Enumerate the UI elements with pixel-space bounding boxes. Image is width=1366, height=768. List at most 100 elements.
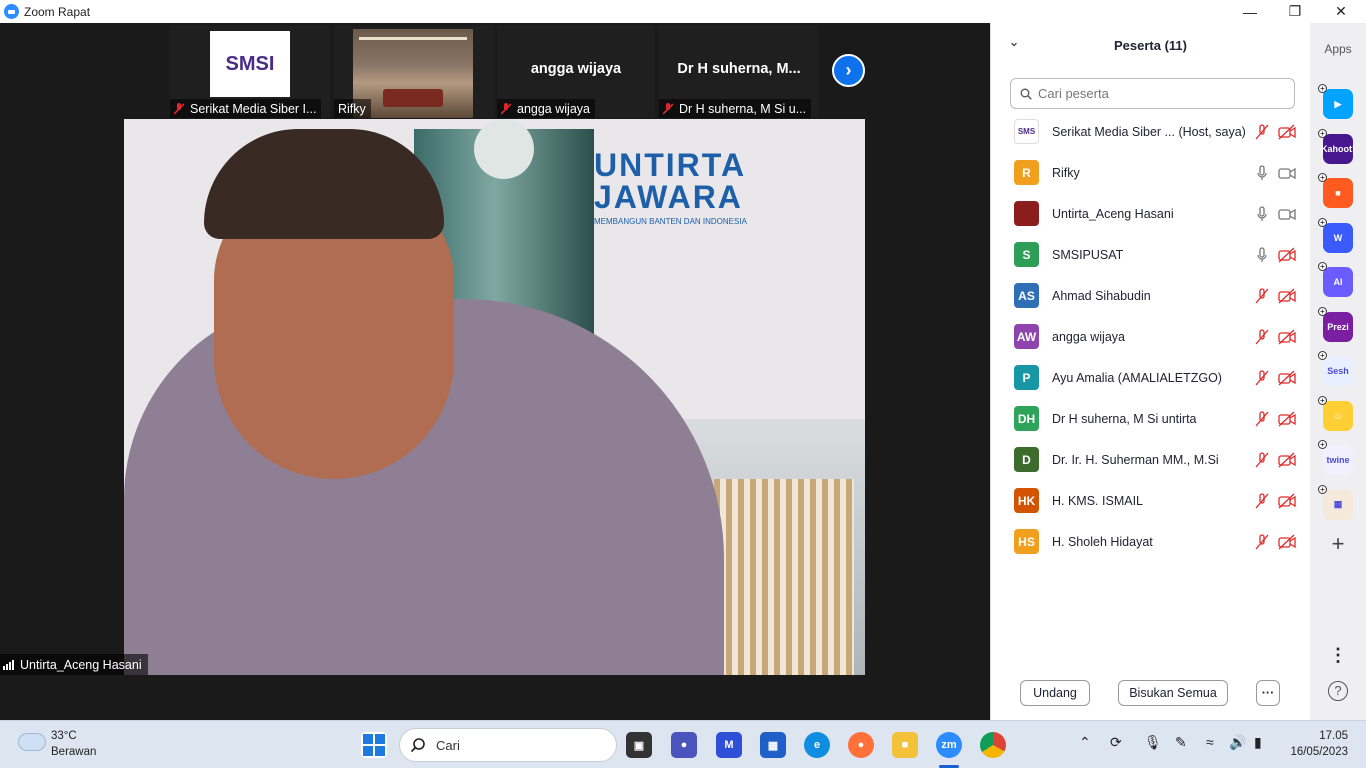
restore-button[interactable]: ❐ xyxy=(1272,0,1318,23)
avatar: DH xyxy=(1014,406,1039,431)
twine-app-icon[interactable]: twine xyxy=(1323,445,1353,475)
app-icon[interactable]: M xyxy=(716,732,742,758)
add-app-icon[interactable]: + xyxy=(1310,531,1366,557)
task-view-icon[interactable]: ▣ xyxy=(626,732,652,758)
clock-date[interactable]: 16/05/2023 xyxy=(1276,746,1348,758)
smsi-logo: SMSI xyxy=(210,31,290,97)
participant-row[interactable]: D Dr. Ir. H. Suherman MM., M.Si xyxy=(991,439,1310,480)
video-off-icon[interactable] xyxy=(1278,411,1296,427)
wifi-icon[interactable]: ≈ xyxy=(1206,734,1214,750)
participant-name: Dr H suherna, M Si untirta xyxy=(1052,411,1197,426)
participant-row[interactable]: HS H. Sholeh Hidayat xyxy=(991,521,1310,562)
video-off-icon[interactable] xyxy=(1278,493,1296,509)
mic-muted-icon[interactable] xyxy=(1254,124,1270,140)
prezi-app-icon[interactable]: Prezi xyxy=(1323,311,1353,342)
teams-icon[interactable]: ● xyxy=(671,732,697,758)
thumbnail-tile[interactable]: angga wijaya angga wijaya xyxy=(497,26,655,118)
participant-row[interactable]: HK H. KMS. ISMAIL xyxy=(991,480,1310,521)
mute-all-button[interactable]: Bisukan Semua xyxy=(1118,680,1228,706)
participant-name: Ayu Amalia (AMALIALETZGO) xyxy=(1052,370,1222,385)
taskbar-search[interactable]: Cari xyxy=(399,728,617,762)
video-off-icon[interactable] xyxy=(1278,288,1296,304)
thumbnail-big-name: Dr H suherna, M... xyxy=(677,61,801,77)
mic-muted-icon[interactable] xyxy=(1254,370,1270,386)
microphone-icon[interactable]: 🎙 xyxy=(1144,734,1162,751)
thumbnail-tile[interactable]: Rifky xyxy=(334,26,494,118)
invite-button[interactable]: Undang xyxy=(1020,680,1090,706)
mic-muted-icon[interactable] xyxy=(1254,534,1270,550)
firefox-icon[interactable]: ● xyxy=(848,732,874,758)
mic-muted-icon[interactable] xyxy=(1254,329,1270,345)
start-button[interactable] xyxy=(361,732,387,758)
avatar: D xyxy=(1014,447,1039,472)
search-icon xyxy=(1020,88,1032,100)
participant-row[interactable]: DH Dr H suherna, M Si untirta xyxy=(991,398,1310,439)
mic-icon[interactable] xyxy=(1254,247,1270,263)
battery-icon[interactable]: ▮ xyxy=(1254,734,1262,751)
store-icon[interactable]: ▦ xyxy=(760,732,786,758)
avatar: SMS xyxy=(1014,119,1039,144)
edge-icon[interactable]: e xyxy=(804,732,830,758)
app-emoji-app-icon[interactable]: ☺ xyxy=(1323,400,1353,431)
participant-row[interactable]: AW angga wijaya xyxy=(991,316,1310,357)
mic-muted-icon xyxy=(174,102,184,115)
pen-icon[interactable]: ✎ xyxy=(1175,734,1187,751)
video-off-icon[interactable] xyxy=(1278,124,1296,140)
add-app-badge-icon: + xyxy=(1318,262,1327,271)
mic-icon[interactable] xyxy=(1254,206,1270,222)
mic-muted-icon[interactable] xyxy=(1254,452,1270,468)
mic-muted-icon xyxy=(663,102,673,115)
clock-time[interactable]: 17.05 xyxy=(1296,730,1348,742)
sesh-app-icon[interactable]: Sesh xyxy=(1323,356,1353,386)
help-icon[interactable]: ? xyxy=(1328,681,1348,701)
meeting-area: SMSI Serikat Media Siber I... Rifky angg… xyxy=(0,23,990,720)
video-off-icon[interactable] xyxy=(1278,370,1296,386)
close-button[interactable]: ✕ xyxy=(1318,0,1364,23)
app-grid-app-icon[interactable]: ▦ xyxy=(1323,489,1353,520)
app-3-app-icon[interactable]: ■ xyxy=(1323,178,1353,208)
search-input[interactable]: Cari peserta xyxy=(1010,78,1295,109)
app-1-app-icon[interactable]: ▶ xyxy=(1323,89,1353,119)
thumbnail-tile[interactable]: Dr H suherna, M... Dr H suherna, M Si u.… xyxy=(659,26,819,118)
participant-row[interactable]: P Ayu Amalia (AMALIALETZGO) xyxy=(991,357,1310,398)
minimize-button[interactable]: — xyxy=(1227,0,1273,23)
chrome-icon[interactable] xyxy=(980,732,1006,758)
next-page-button[interactable]: › xyxy=(832,54,865,87)
mic-muted-icon[interactable] xyxy=(1254,493,1270,509)
participant-row[interactable]: SMS Serikat Media Siber ... (Host, saya) xyxy=(991,111,1310,152)
app-w-app-icon[interactable]: W xyxy=(1323,222,1353,253)
participant-row[interactable]: S SMSIPUSAT xyxy=(991,234,1310,275)
volume-icon[interactable]: 🔊 xyxy=(1229,734,1246,751)
participant-name: Ahmad Sihabudin xyxy=(1052,288,1151,303)
weather-desc[interactable]: Berawan xyxy=(51,746,96,758)
chevron-up-icon[interactable]: ⌃ xyxy=(1079,734,1091,751)
video-off-icon[interactable] xyxy=(1278,247,1296,263)
more-options-button[interactable]: ··· xyxy=(1256,680,1280,706)
video-off-icon[interactable] xyxy=(1278,329,1296,345)
app-ai-app-icon[interactable]: AI xyxy=(1323,267,1353,297)
kahoot-app-icon[interactable]: Kahoot! xyxy=(1321,133,1355,164)
video-icon[interactable] xyxy=(1278,165,1296,181)
mic-icon[interactable] xyxy=(1254,165,1270,181)
participant-row[interactable]: R Rifky xyxy=(991,152,1310,193)
participant-name: Dr. Ir. H. Suherman MM., M.Si xyxy=(1052,452,1219,467)
mic-muted-icon[interactable] xyxy=(1254,411,1270,427)
participant-row[interactable]: AS Ahmad Sihabudin xyxy=(991,275,1310,316)
video-off-icon[interactable] xyxy=(1278,534,1296,550)
search-icon xyxy=(410,738,425,753)
video-icon[interactable] xyxy=(1278,206,1296,222)
weather-temp[interactable]: 33°C xyxy=(51,730,77,742)
thumbnail-tile[interactable]: SMSI Serikat Media Siber I... xyxy=(170,26,330,118)
participant-row[interactable]: Untirta_Aceng Hasani xyxy=(991,193,1310,234)
add-app-badge-icon: + xyxy=(1318,395,1327,405)
zoom-taskbar-icon[interactable]: zm xyxy=(936,732,962,758)
taskbar: 33°C Berawan Cari ▣ ● M ▦ e ● ■ zm ⌃ ⟳ 🎙… xyxy=(0,720,1366,768)
sync-icon[interactable]: ⟳ xyxy=(1110,734,1122,751)
chevron-down-icon[interactable]: ⌄ xyxy=(1009,35,1019,49)
apps-label[interactable]: Apps xyxy=(1310,42,1366,56)
file-explorer-icon[interactable]: ■ xyxy=(892,732,918,758)
video-off-icon[interactable] xyxy=(1278,452,1296,468)
avatar: P xyxy=(1014,365,1039,390)
more-vertical-icon[interactable]: ⋮ xyxy=(1310,645,1366,666)
mic-muted-icon[interactable] xyxy=(1254,288,1270,304)
